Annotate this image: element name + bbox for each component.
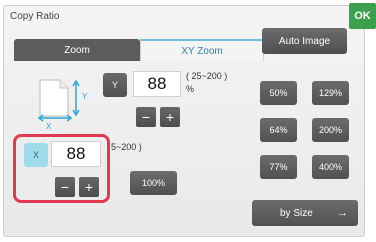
- x-axis-letter: X: [46, 122, 52, 131]
- y-decrease-button[interactable]: −: [136, 107, 156, 127]
- auto-image-button[interactable]: Auto Image: [262, 28, 347, 54]
- ok-button[interactable]: OK: [349, 3, 376, 29]
- document-icon: [39, 79, 69, 117]
- copy-ratio-panel: Copy Ratio OK Zoom XY Zoom Auto Image Y …: [0, 0, 376, 242]
- x-range-text: 5~200 ): [111, 142, 142, 152]
- y-axis-letter: Y: [82, 92, 88, 101]
- preset-129-button[interactable]: 129%: [312, 81, 349, 105]
- tab-xy-zoom[interactable]: XY Zoom: [140, 39, 264, 61]
- y-unit-text: %: [186, 84, 195, 94]
- x-controls-highlight: [13, 134, 110, 203]
- by-size-button[interactable]: by Size →: [252, 200, 358, 226]
- y-increase-button[interactable]: +: [160, 107, 180, 127]
- by-size-label: by Size: [280, 207, 313, 219]
- y-axis-button[interactable]: Y: [103, 73, 127, 97]
- preset-100-button[interactable]: 100%: [130, 171, 177, 195]
- preset-77-button[interactable]: 77%: [260, 155, 297, 179]
- dialog-title: Copy Ratio: [10, 11, 60, 22]
- preset-200-button[interactable]: 200%: [312, 118, 349, 142]
- preset-400-button[interactable]: 400%: [312, 155, 349, 179]
- preset-50-button[interactable]: 50%: [260, 81, 297, 105]
- tab-zoom[interactable]: Zoom: [14, 39, 140, 61]
- x-direction-arrow-icon: [38, 114, 72, 122]
- preset-64-button[interactable]: 64%: [260, 118, 297, 142]
- y-range-text: ( 25~200 ): [186, 71, 228, 81]
- y-value-field[interactable]: 88: [133, 71, 181, 97]
- arrow-right-icon: →: [337, 207, 348, 219]
